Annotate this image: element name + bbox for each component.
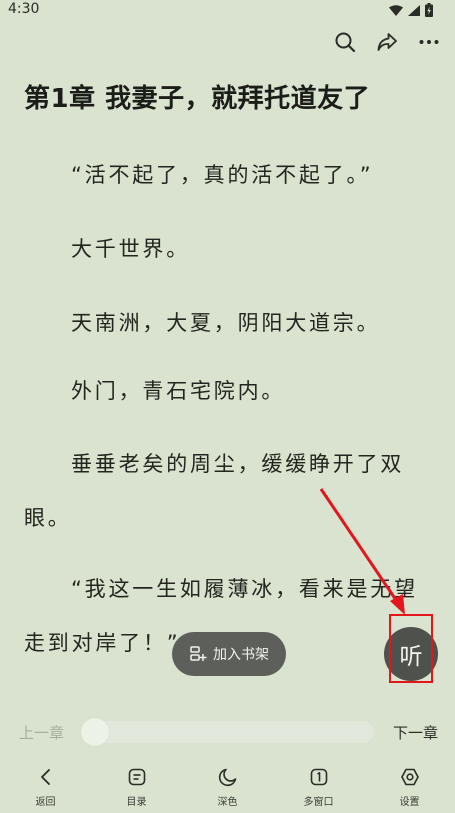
nav-settings-label: 设置 [399,797,420,808]
prev-chapter-button[interactable]: 上一章 [19,722,64,743]
catalog-icon [126,766,148,788]
bottom-nav: 返回 目录 深色 多窗口 设置 [0,766,455,813]
top-toolbar [333,30,441,54]
chapter-title: 第1章 我妻子，就拜托道友了 [24,84,371,114]
nav-back[interactable]: 返回 [0,766,91,813]
nav-catalog-label: 目录 [126,797,147,808]
nav-settings[interactable]: 设置 [364,766,455,813]
progress-thumb[interactable] [81,718,109,746]
paragraph-4: 外门，青石宅院内。 [71,379,286,403]
nav-dark-mode[interactable]: 深色 [182,766,273,813]
nav-multi-window[interactable]: 多窗口 [273,766,364,813]
share-icon[interactable] [375,30,399,54]
chapter-progress-row: 上一章 下一章 [0,712,455,752]
paragraph-5: 垂垂老矣的周尘，缓缓睁开了双眼。 [24,452,405,530]
status-icons [389,3,433,17]
paragraph-2: 大千世界。 [71,237,190,261]
nav-catalog[interactable]: 目录 [91,766,182,813]
battery-icon [425,3,433,17]
add-shelf-icon [190,646,207,661]
nav-back-label: 返回 [35,797,56,808]
back-icon [35,766,57,788]
annotation-highlight-box [389,614,433,683]
settings-icon [399,766,421,788]
status-time: 4:30 [8,1,40,17]
paragraph-1: “活不起了，真的活不起了。” [71,163,374,187]
signal-icon [408,4,420,16]
next-chapter-button[interactable]: 下一章 [393,722,438,743]
nav-dark-mode-label: 深色 [217,797,238,808]
nav-multi-window-label: 多窗口 [303,797,334,808]
add-to-shelf-label: 加入书架 [213,647,269,663]
moon-icon [217,766,239,788]
paragraph-3: 天南洲，大夏，阴阳大道宗。 [71,311,381,335]
chapter-progress-slider[interactable] [81,718,374,746]
more-icon[interactable] [417,30,441,54]
search-icon[interactable] [333,30,357,54]
multi-window-icon [308,766,330,788]
wifi-icon [389,4,403,16]
status-bar: 4:30 [0,0,455,20]
add-to-shelf-button[interactable]: 加入书架 [172,632,286,676]
